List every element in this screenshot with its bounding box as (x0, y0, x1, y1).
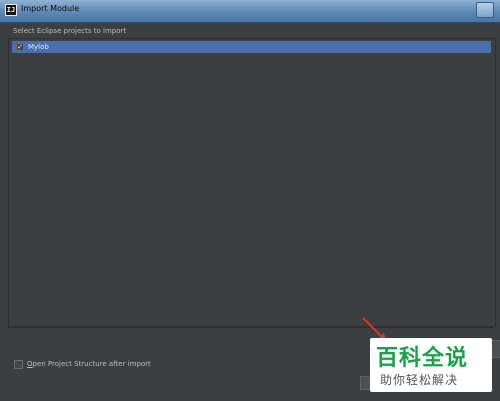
intellij-app-icon: IJ (5, 4, 17, 16)
open-structure-checkbox[interactable] (14, 360, 23, 369)
title-bar: IJ Import Module (0, 0, 500, 23)
watermark-badge: 百科全说 助你轻松解决 (370, 338, 492, 392)
divider (8, 327, 494, 328)
projects-section-label: Select Eclipse projects to import (13, 27, 127, 35)
window-title: Import Module (21, 4, 80, 13)
project-name: Mylob (28, 43, 49, 51)
minimize-button[interactable] (476, 2, 494, 18)
list-item[interactable]: ✓ Mylob (12, 41, 491, 53)
projects-list[interactable]: ✓ Mylob (8, 38, 496, 327)
project-checkbox[interactable]: ✓ (16, 43, 24, 51)
watermark-subtitle: 助你轻松解决 (380, 373, 459, 387)
window-controls (475, 2, 494, 22)
open-structure-label-text: pen Project Structure after import (32, 360, 151, 368)
open-structure-label[interactable]: Open Project Structure after import (27, 360, 151, 368)
watermark-title: 百科全说 (376, 346, 469, 371)
